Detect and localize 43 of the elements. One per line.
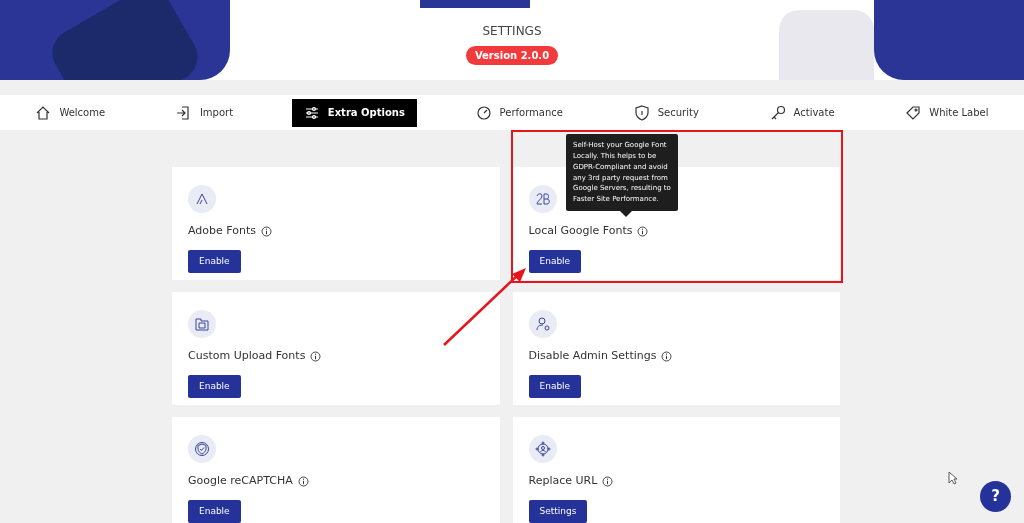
nav-tab[interactable]: Welcome xyxy=(23,98,118,127)
import-icon xyxy=(175,104,192,121)
nav-tab[interactable]: Performance xyxy=(463,98,575,127)
shield-check-icon xyxy=(188,435,216,463)
nav-tab[interactable]: Import xyxy=(163,98,246,127)
enable-button[interactable]: Enable xyxy=(528,249,582,273)
info-icon[interactable] xyxy=(310,350,322,362)
key-icon xyxy=(769,104,786,121)
shield-icon xyxy=(633,104,650,121)
info-icon[interactable] xyxy=(637,225,649,237)
home-icon xyxy=(35,104,52,121)
tag-icon xyxy=(905,104,922,121)
folder-icon xyxy=(188,310,216,338)
enable-button[interactable]: Enable xyxy=(188,374,241,398)
option-title: Custom Upload Fonts xyxy=(188,348,306,364)
nav-tab[interactable]: Security xyxy=(621,98,711,127)
option-title: Google reCAPTCHA xyxy=(188,473,293,489)
option-title: Replace URL xyxy=(528,473,598,489)
enable-button[interactable]: Enable xyxy=(188,499,241,523)
info-icon[interactable] xyxy=(602,475,614,487)
tooltip-pointer xyxy=(620,211,632,217)
option-title: Disable Admin Settings xyxy=(528,348,657,364)
nav-tab[interactable]: White Label xyxy=(893,98,1001,127)
enable-button[interactable]: Enable xyxy=(188,249,241,273)
network-icon xyxy=(528,435,557,463)
help-button[interactable]: ? xyxy=(980,481,1011,512)
mouse-cursor-icon xyxy=(948,471,958,485)
enable-button[interactable]: Settings xyxy=(528,499,588,523)
info-icon[interactable] xyxy=(661,350,673,362)
settings-heading: SETTINGS xyxy=(482,24,542,38)
sliders-icon xyxy=(303,104,320,121)
nav-tab[interactable]: Extra Options xyxy=(291,98,417,127)
nav-tab[interactable]: Activate xyxy=(757,98,847,127)
info-icon[interactable] xyxy=(297,475,309,487)
gauge-icon xyxy=(475,104,492,121)
option-title: Local Google Fonts xyxy=(528,223,633,239)
version-badge: Version 2.0.0 xyxy=(465,46,559,65)
enable-button[interactable]: Enable xyxy=(528,374,582,398)
letters-icon xyxy=(528,185,557,213)
letter-a-icon xyxy=(188,185,216,213)
user-gear-icon xyxy=(528,310,557,338)
option-title: Adobe Fonts xyxy=(188,223,256,239)
info-icon[interactable] xyxy=(261,225,272,237)
